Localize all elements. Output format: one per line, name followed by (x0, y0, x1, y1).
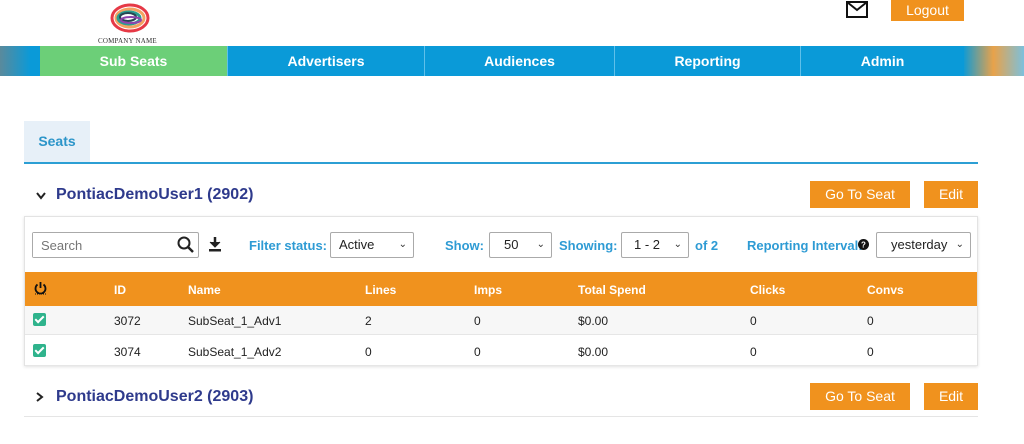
seat-header: PontiacDemoUser2 (2903) Go To Seat Edit (24, 383, 978, 413)
chevron-down-icon: ⌄ (955, 239, 964, 250)
download-icon[interactable] (208, 236, 222, 252)
seat-header: PontiacDemoUser1 (2902) Go To Seat Edit (24, 181, 978, 211)
showing-select[interactable]: 1 - 2 ⌄ (621, 232, 689, 258)
logout-button[interactable]: Logout (891, 0, 964, 21)
filter-status-value: Active (339, 237, 375, 252)
show-label: Show: (445, 238, 484, 253)
seat-title[interactable]: PontiacDemoUser1 (2902) (56, 186, 253, 204)
cell-clicks: 0 (750, 314, 757, 328)
search-icon[interactable] (177, 236, 195, 254)
cell-id: 3074 (114, 345, 141, 359)
nav-item-audiences[interactable]: Audiences (424, 46, 614, 76)
row-checkbox[interactable] (33, 344, 46, 357)
search-input[interactable] (33, 233, 173, 257)
cell-total-spend: $0.00 (578, 314, 609, 328)
cell-convs: 0 (867, 345, 874, 359)
column-header-lines[interactable]: Lines (365, 283, 396, 297)
chevron-down-icon[interactable] (36, 189, 46, 203)
cell-id: 3072 (114, 314, 141, 328)
nav-item-sub-seats[interactable]: Sub Seats (40, 46, 227, 76)
column-header-clicks[interactable]: Clicks (750, 283, 785, 297)
column-header-name[interactable]: Name (188, 283, 221, 297)
go-to-seat-button[interactable]: Go To Seat (810, 383, 910, 410)
reporting-interval-value: yesterday (891, 237, 948, 252)
reporting-interval-select[interactable]: yesterday ⌄ (876, 232, 971, 258)
cell-convs: 0 (867, 314, 874, 328)
filter-status-label: Filter status: (249, 238, 328, 253)
column-header-total-spend[interactable]: Total Spend (578, 283, 646, 297)
chevron-down-icon: ⌄ (673, 239, 682, 250)
top-bar: COMPANY NAME Logout (0, 0, 1024, 46)
seat-title[interactable]: PontiacDemoUser2 (2903) (56, 388, 253, 406)
cell-name[interactable]: SubSeat_1_Adv2 (188, 345, 281, 359)
divider (24, 416, 978, 417)
cell-name[interactable]: SubSeat_1_Adv1 (188, 314, 281, 328)
tab-seats[interactable]: Seats (24, 121, 90, 162)
reporting-interval-label: Reporting Interval: (747, 238, 863, 253)
showing-value: 1 - 2 (634, 237, 661, 252)
search-field[interactable] (32, 232, 199, 258)
seat-panel: Filter status: Active ⌄ Show: 50 ⌄ Showi… (24, 216, 978, 366)
table-header: ID Name Lines Imps Total Spend Clicks Co… (25, 272, 977, 306)
column-header-convs[interactable]: Convs (867, 283, 904, 297)
help-icon[interactable]: ? (858, 239, 869, 250)
cell-imps: 0 (474, 345, 481, 359)
showing-label: Showing: (559, 238, 618, 253)
nav-item-admin[interactable]: Admin (800, 46, 964, 76)
of-total: of 2 (695, 238, 719, 253)
table-row[interactable]: 3072 SubSeat_1_Adv1 2 0 $0.00 0 0 (25, 306, 977, 335)
filter-status-select[interactable]: Active ⌄ (330, 232, 414, 258)
edit-button[interactable]: Edit (924, 181, 978, 208)
nav-item-reporting[interactable]: Reporting (614, 46, 800, 76)
chevron-down-icon: ⌄ (536, 239, 545, 250)
nav-item-advertisers[interactable]: Advertisers (227, 46, 424, 76)
chevron-down-icon: ⌄ (398, 239, 407, 250)
column-header-id[interactable]: ID (114, 283, 126, 297)
power-icon[interactable] (34, 281, 47, 295)
mail-icon[interactable] (846, 1, 868, 18)
cell-total-spend: $0.00 (578, 345, 609, 359)
tab-bar: Seats (24, 121, 978, 164)
show-value: 50 (504, 237, 519, 252)
cell-lines: 0 (365, 345, 372, 359)
table-row[interactable]: 3074 SubSeat_1_Adv2 0 0 $0.00 0 0 (25, 337, 977, 366)
column-header-imps[interactable]: Imps (474, 283, 502, 297)
chevron-right-icon[interactable] (36, 391, 44, 405)
company-name: COMPANY NAME (98, 37, 157, 45)
cell-clicks: 0 (750, 345, 757, 359)
edit-button[interactable]: Edit (924, 383, 978, 410)
show-select[interactable]: 50 ⌄ (489, 232, 552, 258)
cell-lines: 2 (365, 314, 372, 328)
svg-text:?: ? (861, 241, 866, 250)
go-to-seat-button[interactable]: Go To Seat (810, 181, 910, 208)
main-nav: Sub Seats Advertisers Audiences Reportin… (0, 46, 1024, 76)
cell-imps: 0 (474, 314, 481, 328)
row-checkbox[interactable] (33, 313, 46, 326)
